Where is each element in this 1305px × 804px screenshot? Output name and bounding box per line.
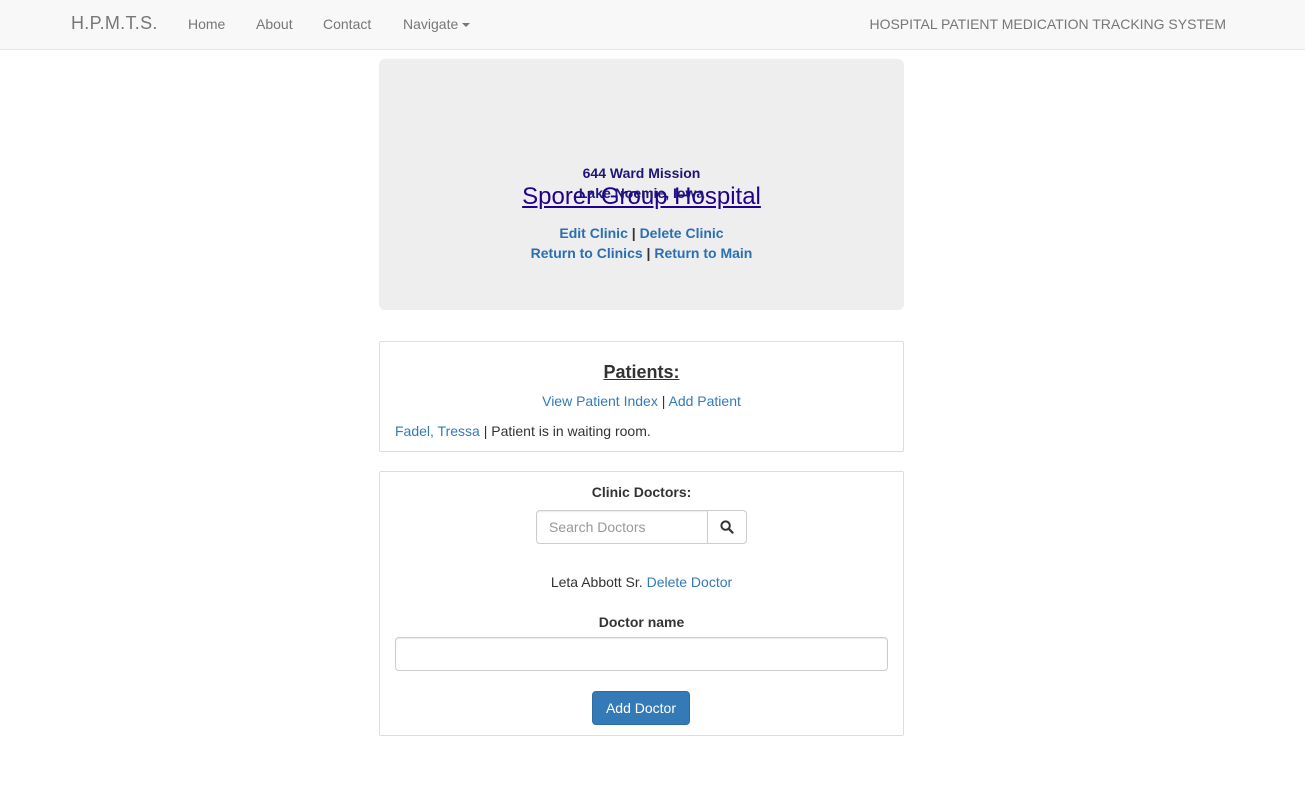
brand-link[interactable]: H.P.M.T.S. <box>71 13 158 34</box>
patients-title: Patients: <box>603 362 680 382</box>
patient-name-link[interactable]: Fadel, Tressa <box>395 423 480 439</box>
return-to-clinics-link[interactable]: Return to Clinics <box>531 245 643 261</box>
patient-status: Patient is in waiting room. <box>491 423 651 439</box>
separator: | <box>483 423 488 439</box>
caret-down-icon <box>462 23 471 28</box>
patients-panel: Patients: View Patient Index | Add Patie… <box>379 341 904 452</box>
nav-navigate-dropdown[interactable]: Navigate <box>403 16 471 32</box>
patients-title-row: Patients: <box>380 362 903 383</box>
nav-navigate-label: Navigate <box>403 16 459 32</box>
add-doctor-button[interactable]: Add Doctor <box>592 691 690 725</box>
doctor-name-label: Doctor name <box>598 614 685 630</box>
doctor-search-group <box>536 510 747 544</box>
doctor-list-item: Leta Abbott Sr. Delete Doctor <box>380 574 903 590</box>
edit-clinic-link[interactable]: Edit Clinic <box>559 225 627 241</box>
delete-doctor-link[interactable]: Delete Doctor <box>647 574 733 590</box>
add-patient-link[interactable]: Add Patient <box>668 393 740 409</box>
clinic-jumbotron: Sporer Group Hospital 644 Ward Mission L… <box>379 59 904 310</box>
delete-clinic-link[interactable]: Delete Clinic <box>640 225 724 241</box>
system-title: HOSPITAL PATIENT MEDICATION TRACKING SYS… <box>869 16 1226 32</box>
patient-list-item: Fadel, Tressa | Patient is in waiting ro… <box>395 423 651 439</box>
separator: | <box>646 245 651 261</box>
separator: | <box>631 225 636 241</box>
search-button[interactable] <box>707 510 747 544</box>
search-doctors-input[interactable] <box>536 510 708 544</box>
clinic-address-line2: Lake Noemie, Iowa <box>578 185 705 201</box>
doctors-title: Clinic Doctors: <box>591 484 692 500</box>
doctors-panel: Clinic Doctors: Leta Abbott Sr. Delete D… <box>379 471 904 736</box>
search-icon <box>720 520 734 534</box>
top-navbar: H.P.M.T.S. Home About Contact Navigate H… <box>0 0 1305 50</box>
clinic-actions-row: Edit Clinic | Delete Clinic <box>379 225 904 241</box>
separator: | <box>661 393 666 409</box>
clinic-address-line1: 644 Ward Mission <box>582 165 701 181</box>
doctor-name-field[interactable] <box>395 637 888 671</box>
nav-contact-link[interactable]: Contact <box>323 16 371 32</box>
patients-actions-row: View Patient Index | Add Patient <box>380 393 903 409</box>
nav-about-link[interactable]: About <box>256 16 293 32</box>
nav-home-link[interactable]: Home <box>188 16 225 32</box>
return-to-main-link[interactable]: Return to Main <box>654 245 752 261</box>
doctor-name: Leta Abbott Sr. <box>550 574 643 590</box>
view-patient-index-link[interactable]: View Patient Index <box>542 393 658 409</box>
clinic-return-row: Return to Clinics | Return to Main <box>379 245 904 261</box>
